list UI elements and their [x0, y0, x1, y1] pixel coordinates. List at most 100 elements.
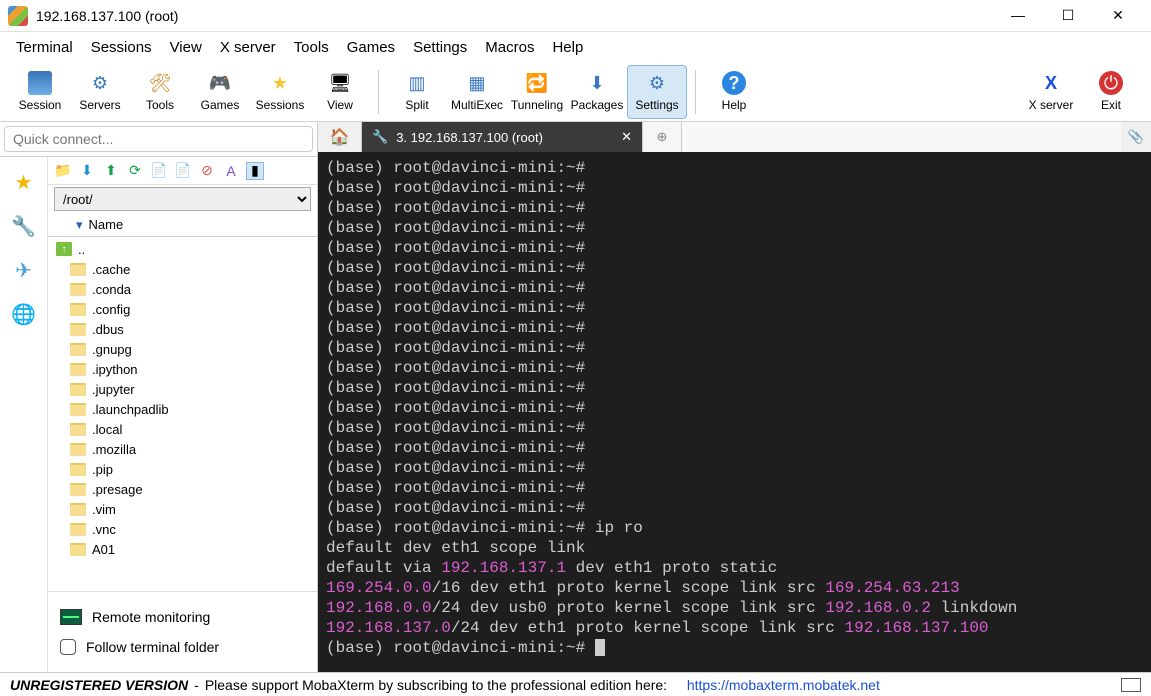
up-arrow-icon: ↑ — [56, 242, 72, 256]
toolbar-games[interactable]: 🎮Games — [190, 65, 250, 119]
servers-icon: ⚙ — [88, 71, 112, 95]
sidetab-favorites[interactable]: ★ — [9, 167, 39, 197]
power-icon: ⏻ — [1099, 71, 1123, 95]
gamepad-icon: 🎮 — [208, 71, 232, 95]
sftp-folder-item[interactable]: .mozilla — [52, 439, 313, 459]
folder-icon — [70, 503, 86, 516]
toolbar-view[interactable]: 🖥View — [310, 65, 370, 119]
menu-settings[interactable]: Settings — [413, 39, 467, 56]
sftp-folder-item[interactable]: .cache — [52, 259, 313, 279]
sftp-folder-item[interactable]: .pip — [52, 459, 313, 479]
download-icon: ⬇ — [585, 71, 609, 95]
status-link[interactable]: https://mobaxterm.mobatek.net — [687, 677, 880, 693]
quick-connect-input[interactable] — [4, 126, 313, 152]
paperclip-icon[interactable]: 📎 — [1121, 122, 1151, 152]
sftp-folder-item[interactable]: .conda — [52, 279, 313, 299]
close-button[interactable]: ✕ — [1103, 7, 1133, 24]
sftp-folder-item[interactable]: .gnupg — [52, 339, 313, 359]
folder-icon — [70, 403, 86, 416]
toolbar-tunneling[interactable]: 🔁Tunneling — [507, 65, 567, 119]
sftp-folder-item[interactable]: .launchpadlib — [52, 399, 313, 419]
remote-monitoring-button[interactable]: Remote monitoring — [60, 602, 305, 632]
folder-icon — [70, 483, 86, 496]
sftp-folder-item[interactable]: A01 — [52, 539, 313, 559]
sftp-download-icon[interactable]: ⬇ — [78, 162, 96, 180]
toolbar-servers[interactable]: ⚙Servers — [70, 65, 130, 119]
menu-sessions[interactable]: Sessions — [91, 39, 152, 56]
menu-macros[interactable]: Macros — [485, 39, 534, 56]
sftp-file-list[interactable]: ↑ .. .cache .conda .con — [48, 237, 317, 591]
sftp-path-select[interactable]: /root/ — [54, 187, 311, 211]
statusbar: UNREGISTERED VERSION - Please support Mo… — [0, 672, 1151, 696]
toolbar-packages[interactable]: ⬇Packages — [567, 65, 627, 119]
help-icon: ? — [722, 71, 746, 95]
sftp-folder-item[interactable]: .dbus — [52, 319, 313, 339]
sftp-folder-item[interactable]: .vnc — [52, 519, 313, 539]
sftp-folder-item[interactable]: .jupyter — [52, 379, 313, 399]
tab-close-icon[interactable]: ✕ — [621, 129, 632, 145]
follow-terminal-checkbox[interactable]: Follow terminal folder — [60, 632, 305, 662]
sftp-folder-item[interactable]: .local — [52, 419, 313, 439]
sftp-folder-item[interactable]: .presage — [52, 479, 313, 499]
sidetab-macros[interactable]: ✈ — [9, 255, 39, 285]
sftp-edit-icon[interactable]: A — [222, 162, 240, 180]
toolbar-multiexec[interactable]: ▦MultiExec — [447, 65, 507, 119]
sftp-delete-icon[interactable]: ⊘ — [198, 162, 216, 180]
window-title: 192.168.137.100 (root) — [36, 8, 1003, 24]
folder-icon — [70, 363, 86, 376]
folder-icon — [70, 263, 86, 276]
monitor-icon — [60, 609, 82, 625]
menu-xserver[interactable]: X server — [220, 39, 276, 56]
menu-terminal[interactable]: Terminal — [16, 39, 73, 56]
tab-home[interactable]: 🏠 — [318, 122, 362, 152]
monitor-icon — [28, 71, 52, 95]
menu-help[interactable]: Help — [552, 39, 583, 56]
sftp-column-name[interactable]: ▾ Name — [48, 213, 317, 237]
sftp-refresh-icon[interactable]: ⟳ — [126, 162, 144, 180]
folder-icon — [70, 283, 86, 296]
app-icon — [8, 6, 28, 26]
side-tabs: ★ 🔧 ✈ 🌐 — [0, 157, 48, 672]
sftp-props-icon[interactable]: ▮ — [246, 162, 264, 180]
view-icon: 🖥 — [328, 71, 352, 95]
x-icon: X — [1039, 71, 1063, 95]
maximize-button[interactable]: ☐ — [1053, 7, 1083, 24]
toolbar-help[interactable]: ?Help — [704, 65, 764, 119]
split-icon: ▥ — [405, 71, 429, 95]
tab-terminal[interactable]: 🔧 3. 192.168.137.100 (root) ✕ — [362, 122, 642, 152]
toolbar-split[interactable]: ▥Split — [387, 65, 447, 119]
toolbar-tools[interactable]: 🛠Tools — [130, 65, 190, 119]
sidetab-tools[interactable]: 🔧 — [9, 211, 39, 241]
status-box-icon[interactable] — [1121, 678, 1141, 692]
tab-add[interactable]: ⊕ — [642, 122, 682, 152]
sftp-folder-item[interactable]: .ipython — [52, 359, 313, 379]
menubar: Terminal Sessions View X server Tools Ga… — [0, 32, 1151, 62]
menu-games[interactable]: Games — [347, 39, 395, 56]
tabbar: 🏠 🔧 3. 192.168.137.100 (root) ✕ ⊕ 📎 — [318, 122, 1151, 152]
toolbar-xserver[interactable]: XX server — [1021, 65, 1081, 119]
sftp-folder-item[interactable]: .vim — [52, 499, 313, 519]
minimize-button[interactable]: — — [1003, 7, 1033, 24]
toolbar-exit[interactable]: ⏻Exit — [1081, 65, 1141, 119]
sftp-parent-icon[interactable]: 📁 — [54, 162, 72, 180]
menu-tools[interactable]: Tools — [294, 39, 329, 56]
sftp-newfolder-icon[interactable]: 📄 — [150, 162, 168, 180]
sftp-newfile-icon[interactable]: 📄 — [174, 162, 192, 180]
multiexec-icon: ▦ — [465, 71, 489, 95]
folder-icon — [70, 323, 86, 336]
sftp-upload-icon[interactable]: ⬆ — [102, 162, 120, 180]
star-icon: ★ — [268, 71, 292, 95]
toolbar: Session ⚙Servers 🛠Tools 🎮Games ★Sessions… — [0, 62, 1151, 122]
toolbar-session[interactable]: Session — [10, 65, 70, 119]
folder-icon — [70, 543, 86, 556]
toolbar-settings[interactable]: ⚙Settings — [627, 65, 687, 119]
sftp-updir[interactable]: ↑ .. — [52, 239, 313, 259]
sftp-folder-item[interactable]: .config — [52, 299, 313, 319]
folder-icon — [70, 463, 86, 476]
sidetab-sftp[interactable]: 🌐 — [9, 299, 39, 329]
terminal-output[interactable]: (base) root@davinci-mini:~#(base) root@d… — [318, 152, 1151, 672]
folder-icon — [70, 383, 86, 396]
gear-icon: ⚙ — [645, 71, 669, 95]
menu-view[interactable]: View — [170, 39, 202, 56]
toolbar-sessions[interactable]: ★Sessions — [250, 65, 310, 119]
